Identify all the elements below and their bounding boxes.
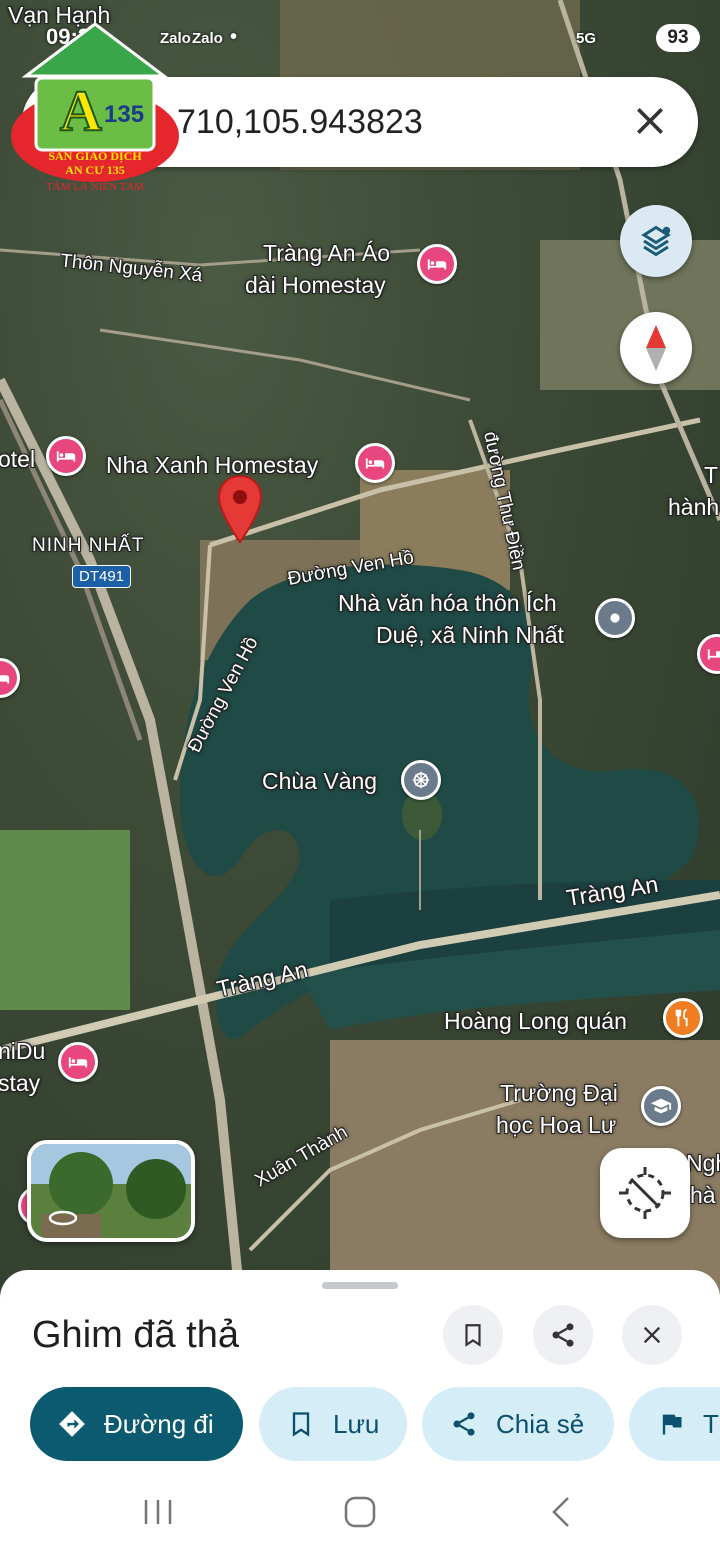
map-label: niDu (0, 1038, 46, 1064)
layers-button[interactable] (620, 205, 692, 277)
sheet-title: Ghim đã thả (32, 1314, 239, 1356)
map-label: stay (0, 1070, 41, 1096)
close-icon (643, 1326, 661, 1344)
map-label: T (704, 462, 719, 488)
watermark-logo: A 135 SÀN GIAO DỊCH AN CƯ 135 TÂM LÀ NIỀ… (6, 18, 184, 196)
recent-apps-icon[interactable] (138, 1492, 178, 1532)
road-shield: DT491 (72, 565, 132, 588)
map-label: Nha Xanh Homestay (106, 452, 319, 478)
svg-text:SÀN GIAO DỊCH: SÀN GIAO DỊCH (48, 149, 142, 163)
map-label: Trường Đại (500, 1080, 618, 1106)
share-chip-button[interactable]: Chia sẻ (422, 1387, 614, 1461)
rotate-360-icon (48, 1210, 78, 1226)
share-icon (453, 1412, 475, 1436)
layers-icon (641, 225, 671, 257)
system-nav-bar (0, 1470, 720, 1560)
home-icon[interactable] (340, 1492, 380, 1532)
zalo-notification: Zalo (192, 30, 223, 47)
svg-text:AN CƯ 135: AN CƯ 135 (65, 163, 125, 177)
map-label: Nhà văn hóa thôn Ích (338, 590, 557, 616)
directions-button[interactable]: Đường đi (30, 1387, 243, 1461)
hotel-icon[interactable] (417, 244, 457, 284)
flag-icon (662, 1414, 682, 1435)
hotel-icon[interactable] (46, 436, 86, 476)
dropped-pin-icon[interactable] (216, 474, 264, 544)
share-icon (552, 1323, 574, 1347)
map-label: học Hoa Lư (496, 1112, 617, 1138)
back-icon[interactable] (542, 1492, 582, 1532)
share-button[interactable] (533, 1305, 593, 1365)
report-button[interactable]: Th (629, 1387, 720, 1461)
map-label: Chùa Vàng (262, 768, 378, 794)
my-location-button[interactable] (600, 1148, 690, 1238)
street-view-thumbnail[interactable] (27, 1140, 195, 1242)
map-label: hành (668, 494, 720, 520)
close-sheet-button[interactable] (622, 1305, 682, 1365)
hotel-icon[interactable] (58, 1042, 98, 1082)
drag-handle[interactable] (322, 1282, 398, 1289)
restaurant-icon[interactable] (663, 998, 703, 1038)
bookmark-icon (465, 1324, 481, 1347)
compass-button[interactable] (620, 312, 692, 384)
school-icon[interactable] (641, 1086, 681, 1126)
directions-icon (59, 1411, 85, 1437)
place-icon[interactable] (595, 598, 635, 638)
search-query[interactable]: 710,105.943823 (177, 103, 423, 142)
close-icon[interactable] (630, 101, 670, 141)
dot-icon: • (230, 26, 238, 48)
svg-text:TÂM LÀ NIỀN TẢM: TÂM LÀ NIỀN TẢM (46, 180, 144, 193)
share-label: Chia sẻ (496, 1408, 585, 1439)
network-type: 5G (576, 30, 597, 47)
map-label: otel (0, 446, 36, 472)
bookmark-icon (292, 1412, 310, 1437)
map-label: hà (690, 1182, 716, 1208)
temple-icon[interactable] (401, 760, 441, 800)
map-label: Duệ, xã Ninh Nhất (376, 622, 564, 648)
map-label: Hoàng Long quán (444, 1008, 627, 1034)
battery-indicator: 93 (656, 24, 700, 52)
map-label: Tràng An Áo (263, 240, 391, 266)
svg-text:A: A (60, 78, 102, 143)
hotel-icon[interactable] (355, 443, 395, 483)
report-label: Th (703, 1408, 720, 1439)
bookmark-button[interactable] (443, 1305, 503, 1365)
map-label: dài Homestay (245, 272, 386, 298)
compass-icon (646, 325, 666, 371)
map-label: NINH NHẤT (32, 535, 145, 556)
save-label: Lưu (333, 1408, 380, 1439)
directions-label: Đường đi (104, 1408, 214, 1439)
location-off-icon (619, 1167, 671, 1219)
save-button[interactable]: Lưu (259, 1387, 407, 1461)
map-label: Ngh (686, 1150, 720, 1176)
svg-text:135: 135 (104, 101, 144, 128)
